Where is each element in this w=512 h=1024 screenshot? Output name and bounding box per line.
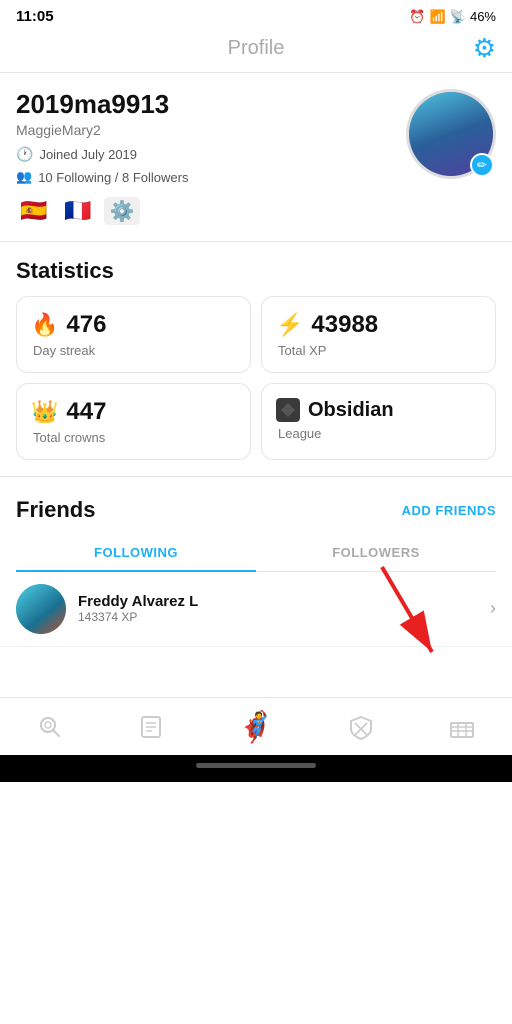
crown-icon: 👑 [31,399,58,425]
status-time: 11:05 [16,8,54,25]
profile-section: 2019ma9913 MaggieMary2 🕐 Joined July 201… [0,73,512,185]
display-name: MaggieMary2 [16,122,406,138]
alarm-icon: ⏰ [409,9,425,25]
friends-title: Friends [16,497,95,523]
book-icon [137,713,165,741]
lightning-icon: ⚡ [276,312,303,338]
xp-label: Total XP [276,343,481,358]
search-icon [36,713,64,741]
people-icon: 👥 [16,169,32,185]
followers-row: 👥 10 Following / 8 Followers [16,169,406,185]
edit-avatar-button[interactable]: ✏ [470,153,494,177]
fire-icon: 🔥 [31,312,58,338]
friends-tabs: FOLLOWING FOLLOWERS [16,535,496,572]
chevron-right-icon: › [490,598,496,619]
nav-item-learn[interactable] [125,709,177,745]
shield-icon [347,713,375,741]
stat-card-league: Obsidian League [261,383,496,460]
divider-2 [0,476,512,477]
statistics-section: Statistics 🔥 476 Day streak ⚡ 43988 Tota… [0,258,512,476]
stat-card-crowns: 👑 447 Total crowns [16,383,251,460]
character-icon: 🦸 [237,710,274,745]
statistics-title: Statistics [0,258,512,296]
home-indicator [0,755,512,782]
add-friends-button[interactable]: ADD FRIENDS [402,503,496,518]
username: 2019ma9913 [16,89,406,120]
join-date: Joined July 2019 [39,147,137,162]
battery-icon: 46% [470,9,496,24]
streak-value: 476 [66,311,106,339]
stat-card-streak: 🔥 476 Day streak [16,296,251,373]
tab-following[interactable]: FOLLOWING [16,535,256,572]
friend-info: Freddy Alvarez L 143374 XP [78,593,490,624]
french-flag[interactable]: 🇫🇷 [60,197,96,225]
league-value: Obsidian [308,399,394,422]
xp-value: 43988 [311,311,378,339]
nav-item-search[interactable] [24,709,76,745]
crowns-value: 447 [66,398,106,426]
friends-header: Friends ADD FRIENDS [0,493,512,535]
avatar-container[interactable]: ✏ [406,89,496,179]
flags-row: 🇪🇸 🇫🇷 ⚙️ [0,185,512,241]
friend-name: Freddy Alvarez L [78,593,490,610]
friends-section: Friends ADD FRIENDS FOLLOWING FOLLOWERS … [0,493,512,647]
stats-grid: 🔥 476 Day streak ⚡ 43988 Total XP 👑 447 … [0,296,512,476]
profile-info: 2019ma9913 MaggieMary2 🕐 Joined July 201… [16,89,406,185]
friend-avatar [16,584,66,634]
following-count: 10 Following / 8 Followers [38,170,188,185]
status-bar: 11:05 ⏰ 📶 📡 46% [0,0,512,29]
nav-item-character[interactable]: 🦸 [225,706,286,749]
spanish-flag[interactable]: 🇪🇸 [16,197,52,225]
header: Profile ⚙ [0,29,512,73]
clock-icon: 🕐 [16,146,33,163]
signal-icon: 📡 [450,9,466,25]
stat-card-xp: ⚡ 43988 Total XP [261,296,496,373]
obsidian-icon [276,398,300,422]
friend-xp: 143374 XP [78,610,490,624]
friend-list-item[interactable]: Freddy Alvarez L 143374 XP › [0,572,512,647]
home-bar [196,763,316,768]
nav-item-shield[interactable] [335,709,387,745]
shop-icon [448,713,476,741]
streak-label: Day streak [31,343,236,358]
wifi-icon: 📶 [430,9,446,25]
nav-item-shop[interactable] [436,709,488,745]
tab-followers[interactable]: FOLLOWERS [256,535,496,571]
league-label: League [276,426,481,441]
page-title: Profile [228,37,285,60]
join-date-row: 🕐 Joined July 2019 [16,146,406,163]
settings-gear-icon[interactable]: ⚙ [473,33,496,64]
divider-1 [0,241,512,242]
status-icons: ⏰ 📶 📡 46% [409,9,496,25]
settings-badge[interactable]: ⚙️ [104,197,140,225]
crowns-label: Total crowns [31,430,236,445]
bottom-nav: 🦸 [0,697,512,755]
